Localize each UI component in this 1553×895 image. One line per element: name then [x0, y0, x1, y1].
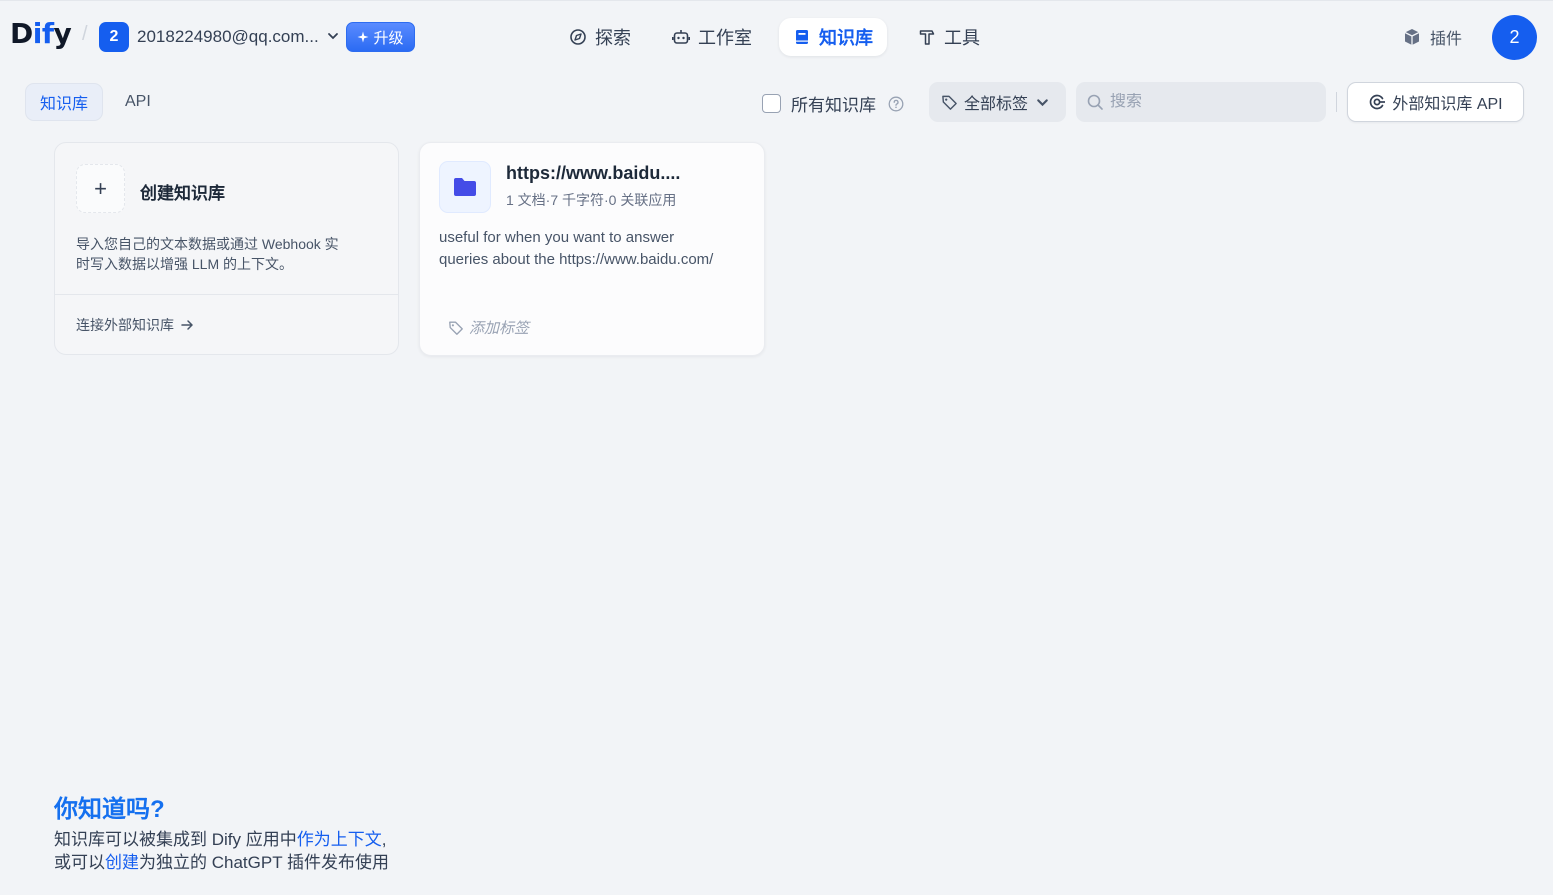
connect-external-label: 连接外部知识库 [76, 317, 174, 333]
nav-studio[interactable]: 工作室 [658, 18, 766, 56]
nav-explore-label: 探索 [595, 28, 631, 48]
chevron-down-icon[interactable] [326, 29, 340, 43]
book-icon [796, 30, 808, 44]
search-icon [1087, 94, 1103, 110]
card-divider [55, 294, 398, 295]
nav-knowledge-label: 知识库 [819, 28, 873, 48]
create-desc-line: 导入您自己的文本数据或通过 Webhook 实 [76, 236, 339, 252]
toolbar-divider [1336, 92, 1337, 112]
folder-icon [439, 161, 491, 213]
connect-external-knowledge-link[interactable]: 连接外部知识库 [76, 315, 194, 335]
knowledge-description: useful for when you want to answer queri… [439, 227, 754, 271]
user-avatar[interactable]: 2 [1492, 15, 1537, 60]
tip-line-2: 或可以创建为独立的 ChatGPT 插件发布使用 [54, 848, 389, 873]
tab-knowledge[interactable]: 知识库 [25, 83, 104, 121]
workspace-badge[interactable]: 2 [99, 22, 129, 52]
create-link[interactable]: 创建 [105, 853, 139, 872]
breadcrumb-separator: / [82, 23, 88, 45]
tag-filter-label: 全部标签 [964, 96, 1029, 113]
create-knowledge-title: 创建知识库 [140, 184, 225, 203]
robot-icon [672, 30, 690, 44]
help-circle-icon[interactable] [888, 96, 904, 112]
tab-api[interactable]: API [111, 83, 165, 121]
api-connection-icon [1370, 94, 1386, 110]
tag-icon [449, 321, 463, 335]
nav-knowledge[interactable]: 知识库 [779, 18, 887, 56]
knowledge-meta: 1 文档·7 千字符·0 关联应用 [506, 192, 677, 208]
knowledge-card[interactable]: https://www.baidu.... 1 文档·7 千字符·0 关联应用 … [419, 142, 765, 356]
create-knowledge-card[interactable]: + 创建知识库 导入您自己的文本数据或通过 Webhook 实 时写入数据以增强… [54, 142, 399, 355]
search-input[interactable] [1110, 93, 1310, 111]
plugins-label: 插件 [1430, 31, 1463, 48]
knowledge-title: https://www.baidu.... [506, 163, 681, 183]
all-knowledge-label: 所有知识库 [791, 96, 876, 115]
upgrade-button[interactable]: 升级 [346, 22, 415, 52]
compass-icon [570, 29, 586, 45]
sparkle-icon [357, 31, 369, 43]
hammer-icon [919, 30, 935, 45]
all-knowledge-toggle[interactable]: 所有知识库 [762, 91, 904, 116]
tip-line-1: 知识库可以被集成到 Dify 应用中作为上下文, [54, 825, 386, 850]
tip-title: 你知道吗? [54, 796, 165, 823]
plus-icon: + [76, 164, 125, 213]
tip-text: 为独立的 ChatGPT 插件发布使用 [139, 853, 389, 872]
top-header: Dify / 2 2018224980@qq.com... 升级 探索 工作室 … [0, 1, 1553, 73]
external-api-label: 外部知识库 API [1392, 96, 1503, 113]
all-knowledge-checkbox[interactable] [762, 94, 781, 113]
cube-icon [1404, 29, 1420, 45]
nav-studio-label: 工作室 [698, 28, 752, 48]
tip-text: 或可以 [54, 853, 105, 872]
tip-text: 知识库可以被集成到 Dify 应用中 [54, 830, 297, 849]
nav-explore[interactable]: 探索 [555, 18, 645, 56]
workspace-name[interactable]: 2018224980@qq.com... [137, 27, 319, 47]
nav-tools-label: 工具 [944, 28, 980, 48]
knowledge-desc-line: queries about the https://www.baidu.com/ [439, 251, 714, 268]
external-api-button[interactable]: 外部知识库 API [1347, 82, 1524, 122]
add-tag-label: 添加标签 [469, 320, 530, 337]
tag-filter-dropdown[interactable]: 全部标签 [929, 82, 1066, 122]
tip-text: , [381, 830, 387, 849]
chevron-down-icon [1037, 98, 1048, 106]
tag-icon [942, 95, 957, 110]
create-knowledge-desc: 导入您自己的文本数据或通过 Webhook 实 时写入数据以增强 LLM 的上下… [76, 234, 376, 274]
knowledge-desc-line: useful for when you want to answer [439, 229, 675, 246]
plugins-button[interactable]: 插件 [1402, 25, 1462, 49]
as-context-link[interactable]: 作为上下文 [297, 830, 382, 849]
nav-tools[interactable]: 工具 [904, 18, 994, 56]
create-desc-line: 时写入数据以增强 LLM 的上下文。 [76, 256, 294, 272]
search-box[interactable] [1076, 82, 1326, 122]
add-tag-button[interactable]: 添加标签 [448, 317, 529, 338]
arrow-right-icon [181, 320, 193, 330]
dify-logo[interactable]: Dify [10, 17, 72, 50]
upgrade-label: 升级 [373, 29, 404, 47]
